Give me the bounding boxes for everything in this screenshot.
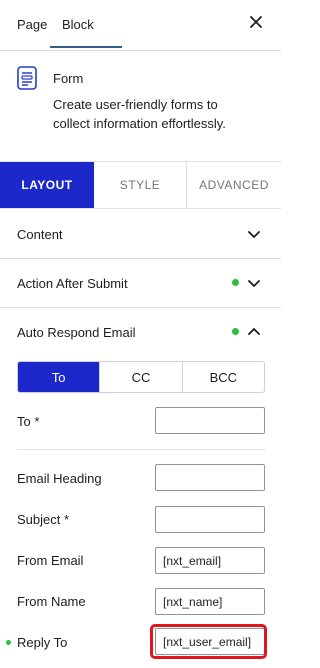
inspector-tabs: LAYOUT STYLE ADVANCED bbox=[0, 161, 281, 209]
to-input[interactable] bbox=[155, 407, 265, 434]
tab-block[interactable]: Block bbox=[62, 17, 94, 32]
panel-title: Auto Respond Email bbox=[17, 325, 136, 340]
from-email-input[interactable] bbox=[155, 547, 265, 574]
status-indicator-dot bbox=[232, 279, 239, 286]
status-indicator-dot bbox=[6, 640, 11, 645]
panel-action-after-submit[interactable]: Action After Submit bbox=[0, 259, 281, 308]
block-title: Form bbox=[53, 71, 84, 86]
close-icon[interactable] bbox=[247, 13, 265, 31]
panel-title: Action After Submit bbox=[17, 276, 128, 291]
chevron-down-icon bbox=[248, 280, 260, 287]
chevron-down-icon bbox=[248, 231, 260, 238]
divider bbox=[17, 449, 265, 450]
tab-page[interactable]: Page bbox=[17, 17, 47, 32]
active-tab-indicator bbox=[50, 46, 122, 48]
tab-cc[interactable]: CC bbox=[100, 362, 183, 392]
subject-label: Subject * bbox=[17, 512, 70, 527]
email-heading-label: Email Heading bbox=[17, 471, 102, 486]
tab-to[interactable]: To bbox=[18, 362, 101, 392]
email-heading-input[interactable] bbox=[155, 464, 265, 491]
from-name-label: From Name bbox=[17, 594, 86, 609]
tab-bcc[interactable]: BCC bbox=[183, 362, 264, 392]
panel-content[interactable]: Content bbox=[0, 209, 281, 259]
reply-to-label: Reply To bbox=[17, 635, 68, 650]
form-icon bbox=[17, 66, 37, 90]
subject-input[interactable] bbox=[155, 506, 265, 533]
tab-style[interactable]: STYLE bbox=[94, 162, 187, 208]
tab-layout[interactable]: LAYOUT bbox=[0, 162, 94, 208]
reply-to-input[interactable] bbox=[155, 628, 265, 655]
from-email-label: From Email bbox=[17, 553, 84, 568]
block-description: Create user-friendly forms to collect in… bbox=[53, 97, 226, 131]
chevron-up-icon bbox=[248, 328, 260, 335]
panel-auto-respond-email[interactable]: Auto Respond Email bbox=[0, 308, 281, 358]
recipient-tabs: To CC BCC bbox=[17, 361, 265, 393]
panel-title: Content bbox=[17, 227, 63, 242]
status-indicator-dot bbox=[232, 328, 239, 335]
from-name-input[interactable] bbox=[155, 588, 265, 615]
tab-advanced[interactable]: ADVANCED bbox=[187, 162, 281, 208]
sidebar-header: Page Block bbox=[0, 0, 281, 51]
to-label: To * bbox=[17, 414, 40, 429]
